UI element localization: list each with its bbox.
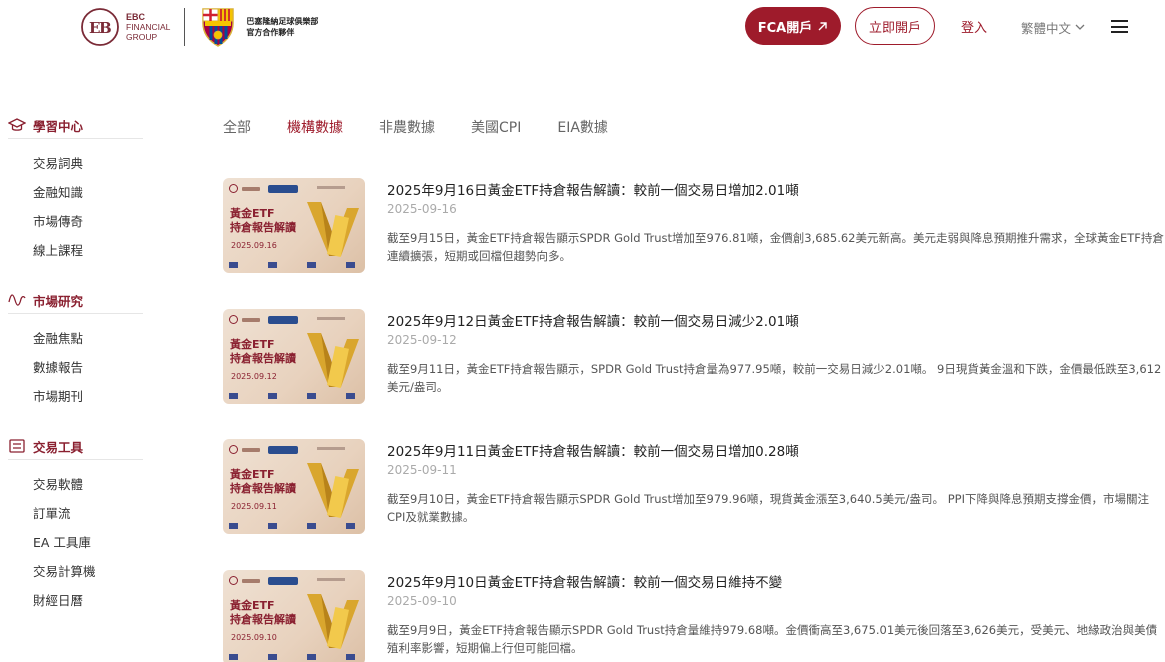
brand-name: EBC FINANCIAL GROUP bbox=[126, 12, 171, 42]
article-date: 2025-09-11 bbox=[387, 463, 457, 477]
sidebar-item-financial-knowledge[interactable]: 金融知識 bbox=[8, 178, 143, 207]
sidebar-item-data-reports[interactable]: 數據報告 bbox=[8, 353, 143, 382]
logo-divider bbox=[184, 8, 186, 46]
gold-bar-icon bbox=[307, 594, 359, 650]
article-date: 2025-09-10 bbox=[387, 594, 457, 608]
sidebar-item-economic-calendar[interactable]: 財經日曆 bbox=[8, 586, 143, 615]
sidebar-item-trading-calculator[interactable]: 交易計算機 bbox=[8, 557, 143, 586]
article-date: 2025-09-12 bbox=[387, 333, 457, 347]
sidebar-heading-tools[interactable]: 交易工具 bbox=[8, 433, 143, 460]
tab-nonfarm-data[interactable]: 非農數據 bbox=[379, 117, 435, 137]
article-item[interactable]: 黃金ETF 持倉報告解讀 2025.09.12 2025年9月12日黃金ETF持倉… bbox=[223, 309, 1165, 409]
graduation-cap-icon bbox=[8, 118, 26, 131]
article-thumbnail[interactable]: 黃金ETF 持倉報告解讀 2025.09.16 bbox=[223, 178, 365, 273]
article-thumbnail[interactable]: 黃金ETF 持倉報告解讀 2025.09.11 bbox=[223, 439, 365, 534]
article-title[interactable]: 2025年9月10日黃金ETF持倉報告解讀：較前一個交易日維持不變 bbox=[387, 571, 782, 591]
chevron-down-icon bbox=[1075, 24, 1085, 30]
toolbox-icon bbox=[9, 439, 25, 453]
arrow-up-right-icon bbox=[818, 21, 827, 30]
sidebar-item-trading-software[interactable]: 交易軟體 bbox=[8, 470, 143, 499]
category-tabs: 全部 機構數據 非農數據 美國CPI EIA數據 bbox=[223, 117, 644, 137]
sidebar-heading-research[interactable]: 市場研究 bbox=[8, 287, 143, 314]
article-date: 2025-09-16 bbox=[387, 202, 457, 216]
article-summary: 截至9月11日，黃金ETF持倉報告顯示，SPDR Gold Trust持倉量為9… bbox=[387, 362, 1162, 394]
thumbnail-title: 黃金ETF 持倉報告解讀 bbox=[230, 207, 296, 234]
article-title[interactable]: 2025年9月16日黃金ETF持倉報告解讀：較前一個交易日增加2.01噸 bbox=[387, 179, 799, 199]
thumbnail-date: 2025.09.10 bbox=[231, 633, 277, 642]
article-summary: 截至9月9日，黃金ETF持倉報告顯示SPDR Gold Trust持倉量維持97… bbox=[387, 623, 1158, 655]
sidebar-heading-learning[interactable]: 學習中心 bbox=[8, 112, 143, 139]
svg-text:B: B bbox=[99, 19, 112, 37]
thumbnail-date: 2025.09.12 bbox=[231, 372, 277, 381]
sidebar-item-ea-library[interactable]: EA 工具庫 bbox=[8, 528, 143, 557]
open-account-label: 立即開戶 bbox=[868, 20, 921, 36]
thumbnail-title: 黃金ETF 持倉報告解讀 bbox=[230, 599, 296, 626]
sidebar-group-tools: 交易工具 交易軟體 訂單流 EA 工具庫 交易計算機 財經日曆 bbox=[8, 433, 143, 615]
sidebar-item-order-flow[interactable]: 訂單流 bbox=[8, 499, 143, 528]
fca-button-label: FCA開戶 bbox=[757, 20, 813, 36]
site-header: E B EBC FINANCIAL GROUP 巴塞隆納足球俱樂部 官方合作夥伴… bbox=[0, 0, 1165, 54]
tab-eia-data[interactable]: EIA數據 bbox=[557, 117, 608, 137]
article-summary: 截至9月10日，黃金ETF持倉報告顯示SPDR Gold Trust增加至979… bbox=[387, 492, 1149, 524]
thumbnail-date: 2025.09.11 bbox=[231, 502, 277, 511]
fc-barcelona-crest-icon bbox=[202, 8, 235, 47]
sidebar-item-market-journal[interactable]: 市場期刊 bbox=[8, 382, 143, 411]
login-link[interactable]: 登入 bbox=[961, 17, 987, 36]
thumbnail-date: 2025.09.16 bbox=[231, 241, 277, 250]
ebc-logo-icon: E B bbox=[81, 8, 119, 46]
article-title[interactable]: 2025年9月11日黃金ETF持倉報告解讀：較前一個交易日增加0.28噸 bbox=[387, 440, 799, 460]
tab-institutional-data[interactable]: 機構數據 bbox=[287, 117, 343, 137]
brand-logo[interactable]: E B EBC FINANCIAL GROUP 巴塞隆納足球俱樂部 官方合作夥伴 bbox=[80, 7, 318, 47]
sidebar-group-research: 市場研究 金融焦點 數據報告 市場期刊 bbox=[8, 287, 143, 411]
article-summary: 截至9月15日，黃金ETF持倉報告顯示SPDR Gold Trust增加至976… bbox=[387, 231, 1164, 263]
article-item[interactable]: 黃金ETF 持倉報告解讀 2025.09.16 2025年9月16日黃金ETF持倉… bbox=[223, 178, 1165, 278]
hamburger-menu-icon[interactable] bbox=[1111, 20, 1128, 33]
article-thumbnail[interactable]: 黃金ETF 持倉報告解讀 2025.09.10 bbox=[223, 570, 365, 662]
tab-us-cpi[interactable]: 美國CPI bbox=[471, 117, 521, 137]
sidebar-item-trading-dictionary[interactable]: 交易詞典 bbox=[8, 149, 143, 178]
thumbnail-title: 黃金ETF 持倉報告解讀 bbox=[230, 468, 296, 495]
thumbnail-title: 黃金ETF 持倉報告解讀 bbox=[230, 338, 296, 365]
language-selector[interactable]: 繁體中文 bbox=[1021, 18, 1085, 37]
article-thumbnail[interactable]: 黃金ETF 持倉報告解讀 2025.09.12 bbox=[223, 309, 365, 404]
article-item[interactable]: 黃金ETF 持倉報告解讀 2025.09.11 2025年9月11日黃金ETF持倉… bbox=[223, 439, 1165, 539]
language-label: 繁體中文 bbox=[1021, 21, 1072, 36]
sidebar-group-learning: 學習中心 交易詞典 金融知識 市場傳奇 線上課程 bbox=[8, 112, 143, 265]
article-title[interactable]: 2025年9月12日黃金ETF持倉報告解讀：較前一個交易日減少2.01噸 bbox=[387, 310, 799, 330]
sidebar: 學習中心 交易詞典 金融知識 市場傳奇 線上課程 市場研究 金融焦點 數據報告 … bbox=[8, 112, 143, 637]
sidebar-item-financial-focus[interactable]: 金融焦點 bbox=[8, 324, 143, 353]
fca-account-button[interactable]: FCA開戶 bbox=[745, 7, 841, 45]
sidebar-item-market-legends[interactable]: 市場傳奇 bbox=[8, 207, 143, 236]
open-account-button[interactable]: 立即開戶 bbox=[855, 7, 935, 45]
sidebar-item-online-courses[interactable]: 線上課程 bbox=[8, 236, 143, 265]
tab-all[interactable]: 全部 bbox=[223, 117, 251, 137]
partner-text: 巴塞隆納足球俱樂部 官方合作夥伴 bbox=[246, 17, 319, 37]
wave-chart-icon bbox=[8, 294, 26, 306]
article-item[interactable]: 黃金ETF 持倉報告解讀 2025.09.10 2025年9月10日黃金ETF持倉… bbox=[223, 570, 1165, 662]
